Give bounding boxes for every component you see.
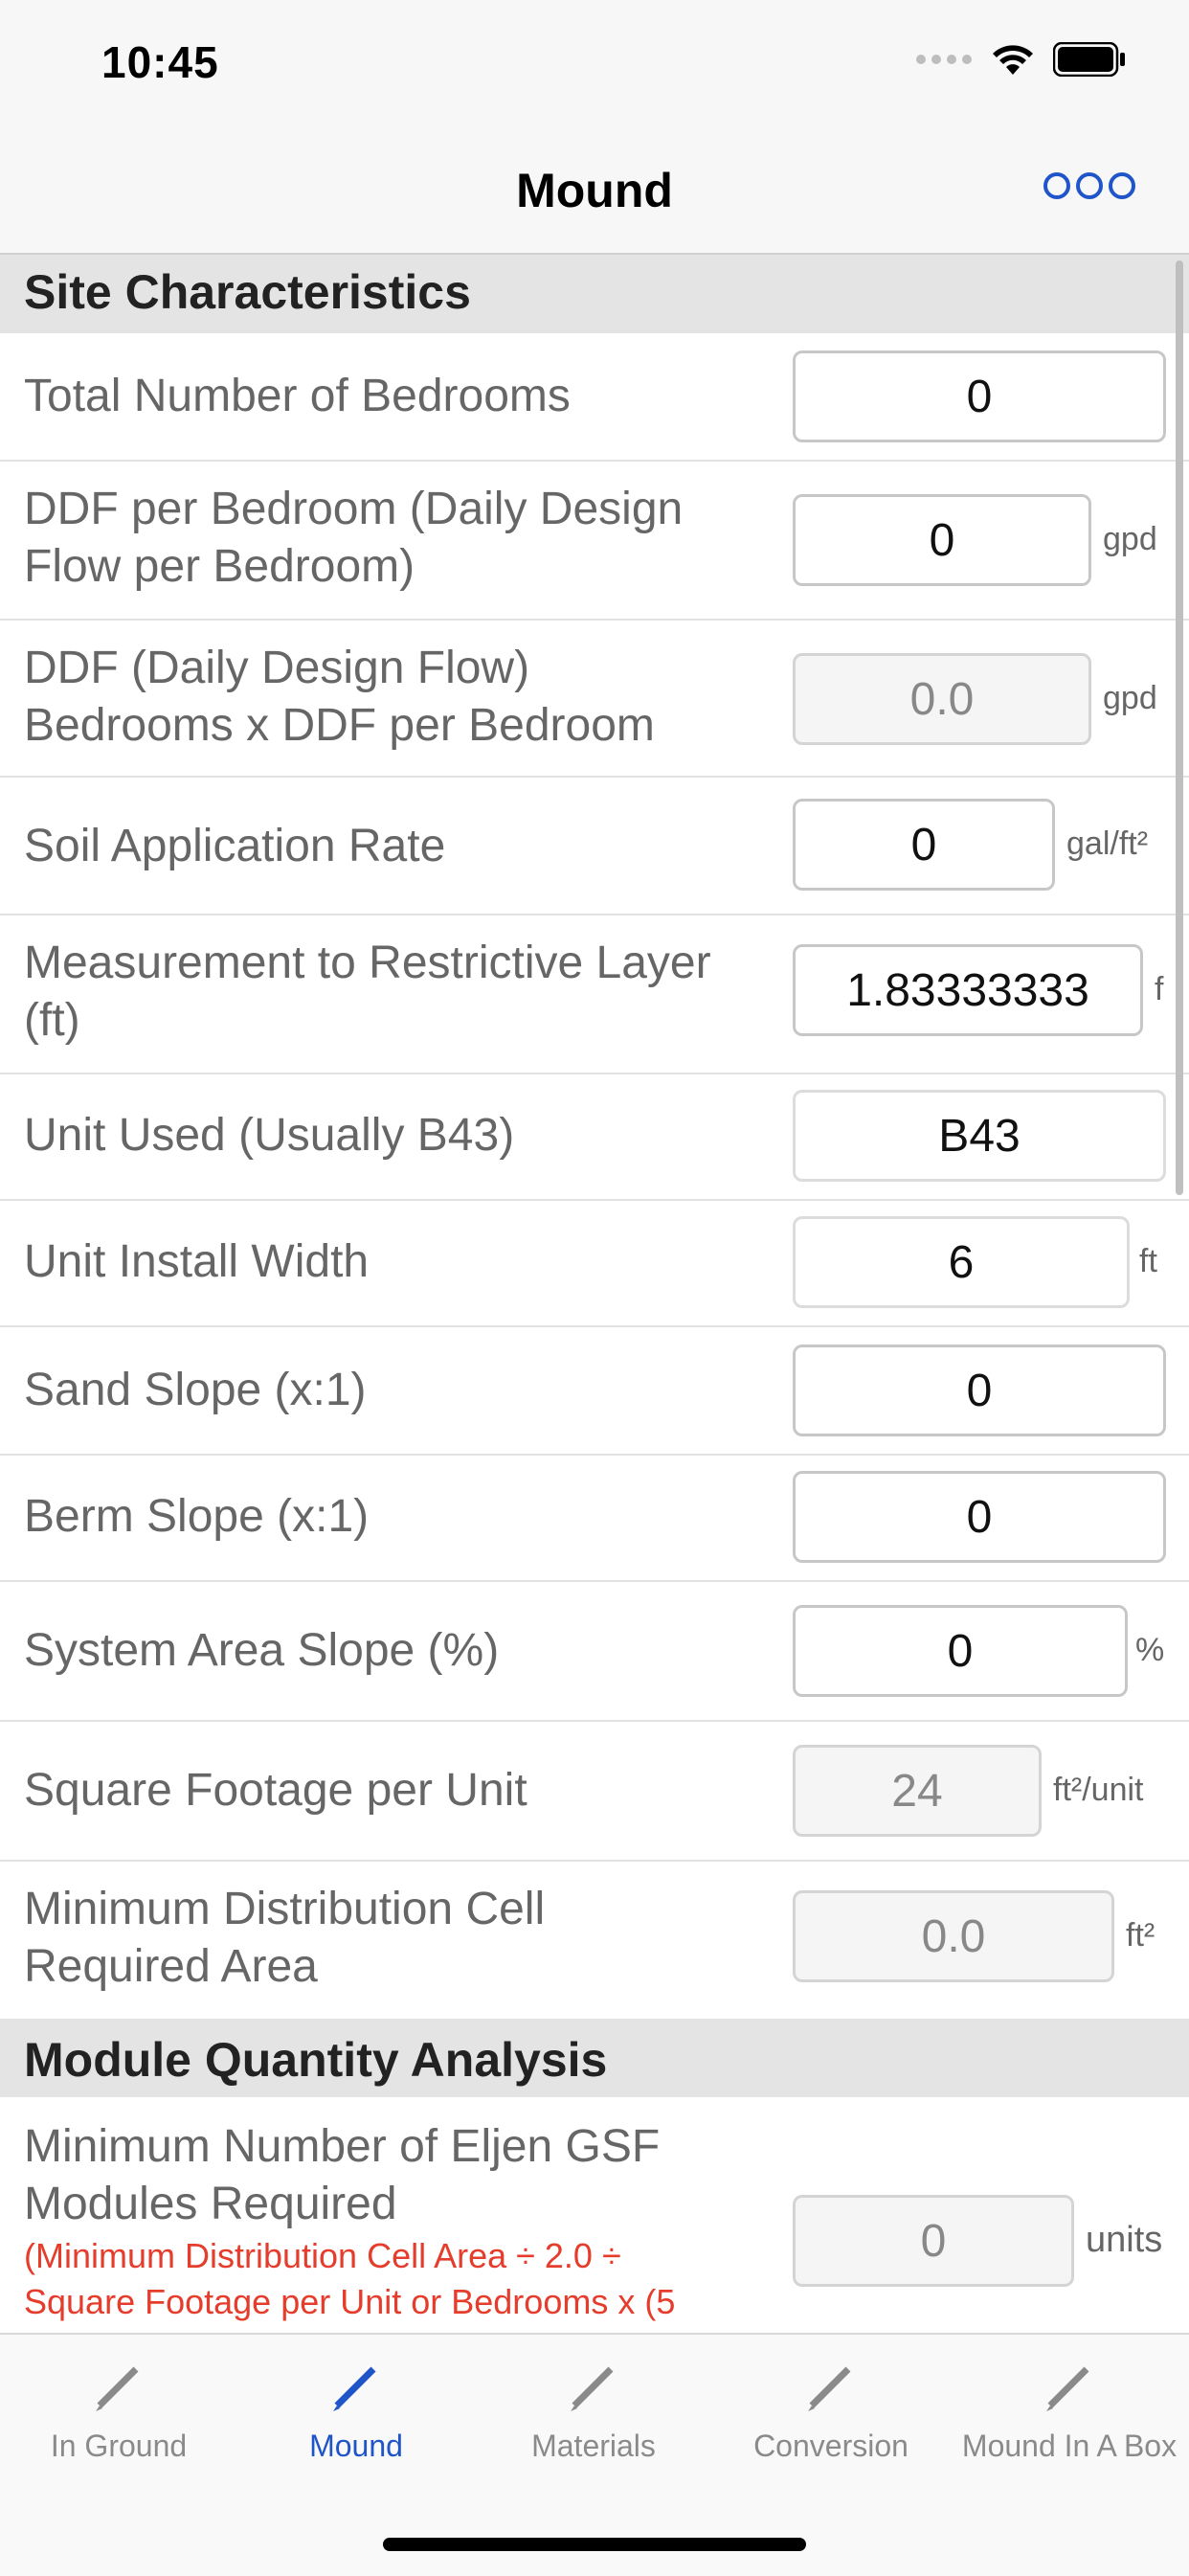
row-soil-rate: Soil Application Rate 0 gal/ft² [0,778,1189,915]
more-dot-icon [1043,172,1070,199]
field-label: Square Footage per Unit [24,1765,527,1816]
home-indicator [383,2538,806,2551]
area-slope-input[interactable]: 0 [793,1605,1128,1697]
pencil-icon [333,2366,376,2411]
status-icons [915,42,1126,77]
tab-label: Conversion [753,2429,909,2463]
field-label: Bedrooms x DDF per Bedroom [24,700,655,751]
unit-label: gpd [1103,680,1157,716]
formula-note: Square Footage per Unit or Bedrooms x (5 [24,2282,676,2321]
tab-label: In Ground [50,2429,188,2463]
field-label: DDF (Daily Design Flow) [24,643,530,693]
section-header-module: Module Quantity Analysis [0,2019,1189,2097]
wifi-icon [993,45,1033,75]
field-label: Unit Used (Usually B43) [24,1110,515,1161]
pencil-icon [96,2366,139,2411]
row-berm-slope: Berm Slope (x:1) 0 [0,1456,1189,1582]
status-bar: 10:45 [0,0,1189,134]
cellular-signal-icon [916,55,972,64]
formula-note: (Minimum Distribution Cell Area ÷ 2.0 ÷ [24,2236,621,2275]
pencil-icon [571,2366,614,2411]
field-label: Soil Application Rate [24,821,446,871]
tab-label: Mound [309,2429,403,2463]
tab-in-ground[interactable]: In Ground [0,2358,237,2464]
section-title: Site Characteristics [24,265,471,319]
row-min-modules: Minimum Number of Eljen GSF Modules Requ… [0,2097,1189,2333]
pencil-icon [808,2366,851,2411]
battery-icon [1053,42,1125,77]
unit-label: ft [1139,1243,1157,1279]
tab-mound-in-a-box[interactable]: Mound In A Box [950,2358,1189,2464]
restrictive-layer-input[interactable]: 1.83333333 [793,944,1143,1036]
tab-materials[interactable]: Materials [475,2358,712,2464]
field-label: Minimum Number of Eljen GSF [24,2121,661,2172]
tab-mound[interactable]: Mound [237,2358,475,2464]
berm-slope-input[interactable]: 0 [793,1471,1166,1563]
unit-label: f [1155,971,1164,1007]
field-label: Required Area [24,1941,318,1992]
min-cell-area-output: 0.0 [793,1890,1114,1982]
field-label: Total Number of Bedrooms [24,371,571,421]
field-label: Minimum Distribution Cell [24,1884,546,1934]
field-label: DDF per Bedroom (Daily Design [24,484,684,534]
row-min-cell-area: Minimum Distribution Cell Required Area … [0,1862,1189,2019]
unit-label: ft²/unit [1053,1772,1144,1808]
bedrooms-input[interactable]: 0 [793,350,1166,442]
field-label: (ft) [24,995,80,1046]
nav-bar: Mound [0,134,1189,255]
section-header-site: Site Characteristics [0,255,1189,333]
ddf-output: 0.0 [793,653,1091,745]
pencil-icon [1046,2366,1089,2411]
scrollbar[interactable] [1176,260,1183,1195]
sqft-per-unit-output: 24 [793,1745,1042,1837]
field-label: Berm Slope (x:1) [24,1491,370,1542]
row-install-width: Unit Install Width 6 ft [0,1201,1189,1327]
tab-conversion[interactable]: Conversion [712,2358,950,2464]
row-ddf-per-bedroom: DDF per Bedroom (Daily Design Flow per B… [0,462,1189,621]
row-ddf: DDF (Daily Design Flow) Bedrooms x DDF p… [0,621,1189,778]
sand-slope-input[interactable]: 0 [793,1344,1166,1436]
field-label: Flow per Bedroom) [24,541,415,592]
unit-label: gal/ft² [1066,825,1149,862]
row-sand-slope: Sand Slope (x:1) 0 [0,1327,1189,1456]
field-label: Sand Slope (x:1) [24,1365,367,1415]
more-dot-icon [1109,172,1135,199]
row-unit-used: Unit Used (Usually B43) B43 [0,1074,1189,1201]
field-label: Unit Install Width [24,1236,370,1287]
form-content[interactable]: Site Characteristics Total Number of Bed… [0,255,1189,2333]
field-label: Modules Required [24,2179,397,2229]
tab-label: Materials [531,2429,656,2463]
ddf-per-bedroom-input[interactable]: 0 [793,494,1091,586]
unit-used-select[interactable]: B43 [793,1090,1166,1182]
section-title: Module Quantity Analysis [24,2033,608,2087]
soil-rate-input[interactable]: 0 [793,799,1055,891]
row-sqft-per-unit: Square Footage per Unit 24 ft²/unit [0,1722,1189,1862]
unit-label: gpd [1103,521,1157,557]
unit-label: % [1135,1632,1165,1668]
unit-label: units [1086,2220,1163,2260]
row-restrictive-layer: Measurement to Restrictive Layer (ft) 1.… [0,915,1189,1074]
status-time: 10:45 [101,37,219,87]
row-bedrooms: Total Number of Bedrooms 0 [0,333,1189,462]
min-modules-output: 0 [793,2195,1074,2287]
field-label: Measurement to Restrictive Layer [24,938,711,988]
unit-label: ft² [1126,1917,1155,1954]
more-button[interactable] [1043,172,1135,199]
install-width-input[interactable]: 6 [793,1216,1130,1308]
field-label: System Area Slope (%) [24,1625,500,1676]
row-area-slope: System Area Slope (%) 0 % [0,1582,1189,1722]
more-dot-icon [1076,172,1103,199]
page-title: Mound [516,164,673,217]
tab-label: Mound In A Box [961,2429,1178,2463]
